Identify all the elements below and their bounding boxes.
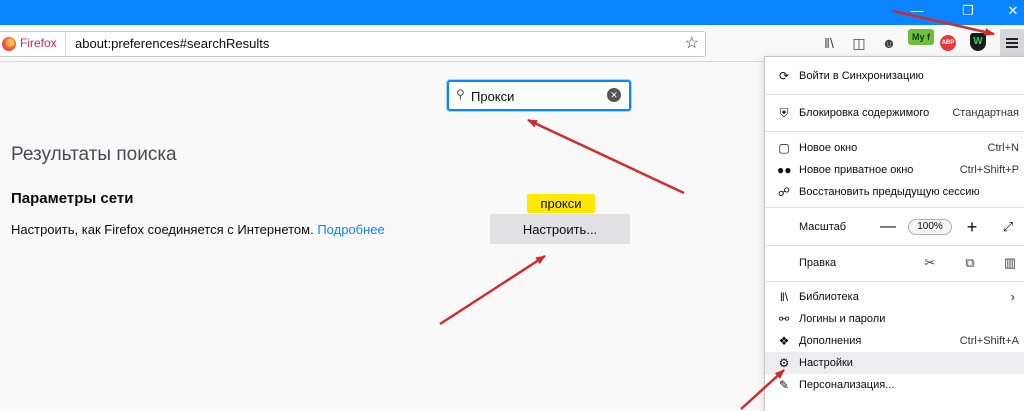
menu-item-content-blocking[interactable]: ⛨ Блокировка содержимого Стандартная	[765, 102, 1024, 124]
zoom-in-button[interactable]: +	[963, 216, 981, 238]
menu-item-new-window[interactable]: ▢ Новое окно Ctrl+N	[765, 137, 1024, 159]
close-icon[interactable]: ✕	[990, 0, 1024, 25]
firefox-logo-icon	[2, 37, 16, 51]
address-bar[interactable]: Firefox about:preferences#searchResults …	[0, 31, 706, 57]
app-menu-panel: ⟳ Войти в Синхронизацию ⛨ Блокировка сод…	[764, 56, 1024, 411]
firefox-window: — ❐ ✕ Firefox about:preferences#searchRe…	[0, 0, 1024, 411]
zoom-reset-button[interactable]: 100%	[908, 219, 952, 235]
preferences-search-field[interactable]: ⚲ ✕	[447, 80, 631, 111]
bookmark-star-icon[interactable]: ☆	[685, 33, 699, 53]
menu-item-label: Настройки	[799, 357, 853, 369]
menu-item-shortcut: Ctrl+Shift+A	[959, 335, 1019, 347]
menu-separator	[765, 207, 1024, 208]
learn-more-link[interactable]: Подробнее	[317, 222, 384, 237]
window-icon: ▢	[778, 141, 790, 155]
menu-separator	[765, 245, 1024, 246]
menu-item-label: Войти в Синхронизацию	[799, 70, 924, 82]
minimize-icon[interactable]: —	[894, 0, 940, 25]
title-bar: — ❐ ✕	[0, 0, 1024, 25]
search-highlight-tooltip: прокси	[527, 194, 595, 213]
menu-row-edit: Правка ✂ ⧉ ▥	[765, 252, 1024, 274]
section-description: Настроить, как Firefox соединяется с Инт…	[11, 222, 385, 237]
section-title: Параметры сети	[11, 190, 134, 207]
menu-item-private-window[interactable]: ●● Новое приватное окно Ctrl+Shift+P	[765, 159, 1024, 181]
preferences-search-input[interactable]	[471, 87, 601, 105]
sync-icon: ⟳	[778, 69, 790, 83]
zoom-label: Масштаб	[799, 221, 847, 233]
menu-item-label: Библиотека	[799, 291, 859, 303]
menu-item-shortcut: Ctrl+Shift+P	[959, 164, 1019, 176]
paintbrush-icon: ✎	[778, 378, 790, 392]
clear-search-icon[interactable]: ✕	[607, 88, 621, 102]
menu-item-label: Новое окно	[799, 142, 858, 154]
paste-icon[interactable]: ▥	[1001, 252, 1019, 274]
menu-item-label: Логины и пароли	[799, 313, 886, 325]
account-icon[interactable]: ☻	[880, 33, 898, 53]
adblock-plus-icon[interactable]: ABP	[940, 35, 956, 51]
mask-icon: ●●	[777, 163, 792, 177]
copy-icon[interactable]: ⧉	[961, 252, 979, 274]
browser-label: Firefox	[20, 36, 57, 50]
menu-item-shortcut: Ctrl+N	[987, 142, 1019, 154]
menu-separator	[765, 131, 1024, 132]
arrow-to-settings-button	[439, 254, 546, 326]
page-title: Результаты поиска	[11, 144, 177, 165]
menu-item-restore-session[interactable]: ☍ Восстановить предыдущую сессию	[765, 181, 1024, 203]
restore-icon[interactable]: ❐	[945, 0, 991, 25]
hamburger-menu-icon[interactable]	[1000, 29, 1024, 57]
myf-extension-icon[interactable]: My f	[908, 29, 934, 45]
library-icon[interactable]: ‖\	[820, 33, 838, 53]
sidebar-icon[interactable]: ◫	[850, 33, 868, 53]
menu-item-sync[interactable]: ⟳ Войти в Синхронизацию	[765, 65, 1024, 87]
edit-label: Правка	[799, 257, 837, 269]
menu-item-value: Стандартная	[952, 107, 1019, 119]
menu-item-label: Блокировка содержимого	[799, 107, 930, 119]
key-icon: ⚯	[778, 312, 790, 326]
menu-row-zoom: Масштаб — 100% + ⤢	[765, 216, 1024, 238]
network-settings-button[interactable]: Настроить...	[490, 214, 630, 244]
menu-item-label: Дополнения	[799, 335, 862, 347]
shield-extension-icon[interactable]: W	[970, 33, 986, 51]
fullscreen-icon[interactable]: ⤢	[999, 216, 1017, 238]
menu-separator	[765, 281, 1024, 282]
gear-icon: ⚙	[778, 356, 790, 370]
chevron-right-icon: ›	[1010, 289, 1015, 304]
cut-icon[interactable]: ✂	[921, 252, 939, 274]
puzzle-icon: ❖	[778, 334, 790, 348]
menu-item-addons[interactable]: ❖ Дополнения Ctrl+Shift+A	[765, 330, 1024, 352]
menu-separator	[765, 94, 1024, 95]
menu-item-label: Персонализация...	[799, 379, 895, 391]
url-text[interactable]: about:preferences#searchResults	[75, 36, 269, 51]
arrow-to-search-field	[527, 118, 685, 195]
menu-item-settings[interactable]: ⚙ Настройки	[765, 352, 1024, 374]
identity-box[interactable]: Firefox	[0, 32, 66, 56]
menu-item-label: Новое приватное окно	[799, 164, 914, 176]
menu-item-label: Восстановить предыдущую сессию	[799, 186, 980, 198]
menu-item-library[interactable]: ‖\ Библиотека ›	[765, 286, 1024, 308]
restore-session-icon: ☍	[777, 185, 791, 199]
shield-icon: ⛨	[779, 106, 789, 120]
search-icon: ⚲	[456, 87, 465, 101]
description-text: Настроить, как Firefox соединяется с Инт…	[11, 222, 314, 237]
menu-item-customize[interactable]: ✎ Персонализация...	[765, 374, 1024, 396]
library-icon: ‖\	[779, 290, 789, 304]
zoom-out-button[interactable]: —	[879, 216, 897, 238]
menu-item-logins[interactable]: ⚯ Логины и пароли	[765, 308, 1024, 330]
